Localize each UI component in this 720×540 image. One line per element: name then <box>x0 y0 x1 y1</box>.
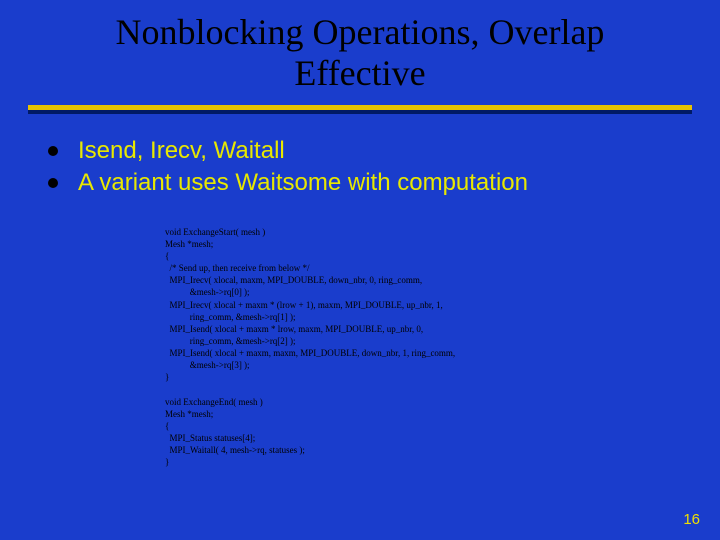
code-line: Mesh *mesh; <box>165 239 213 249</box>
code-line: Mesh *mesh; <box>165 409 213 419</box>
bullet-dot-icon <box>48 146 58 156</box>
bullet-item: Isend, Irecv, Waitall <box>48 136 672 166</box>
code-line: MPI_Waitall( 4, mesh->rq, statuses ); <box>165 445 305 455</box>
code-line: ring_comm, &mesh->rq[2] ); <box>165 336 296 346</box>
code-line: MPI_Isend( xlocal + maxm * lrow, maxm, M… <box>165 324 423 334</box>
code-line: MPI_Irecv( xlocal, maxm, MPI_DOUBLE, dow… <box>165 275 422 285</box>
title-divider <box>28 105 692 114</box>
bullet-text: Isend, Irecv, Waitall <box>78 136 285 166</box>
code-line: { <box>165 251 169 261</box>
bullet-text: A variant uses Waitsome with computation <box>78 168 528 198</box>
code-line: void ExchangeStart( mesh ) <box>165 227 265 237</box>
code-line: ring_comm, &mesh->rq[1] ); <box>165 312 296 322</box>
code-line: { <box>165 421 169 431</box>
code-line: MPI_Irecv( xlocal + maxm * (lrow + 1), m… <box>165 300 443 310</box>
code-line: &mesh->rq[3] ); <box>165 360 250 370</box>
divider-navy <box>28 110 692 114</box>
code-line: MPI_Isend( xlocal + maxm, maxm, MPI_DOUB… <box>165 348 455 358</box>
page-number: 16 <box>683 511 700 528</box>
code-line: void ExchangeEnd( mesh ) <box>165 397 263 407</box>
bullet-list: Isend, Irecv, Waitall A variant uses Wai… <box>48 136 672 198</box>
code-line: MPI_Status statuses[4]; <box>165 433 255 443</box>
title-block: Nonblocking Operations, Overlap Effectiv… <box>0 0 720 101</box>
code-line: /* Send up, then receive from below */ <box>165 263 309 273</box>
code-line: } <box>165 457 169 467</box>
code-line: } <box>165 372 169 382</box>
code-line: &mesh->rq[0] ); <box>165 287 250 297</box>
bullet-dot-icon <box>48 178 58 188</box>
code-snippet: void ExchangeStart( mesh ) Mesh *mesh; {… <box>165 226 720 469</box>
slide-title: Nonblocking Operations, Overlap Effectiv… <box>60 12 660 95</box>
bullet-item: A variant uses Waitsome with computation <box>48 168 672 198</box>
